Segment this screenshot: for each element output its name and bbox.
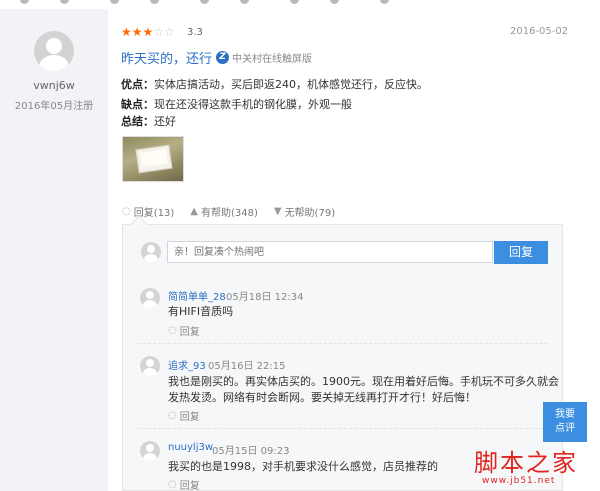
comment-reply-label: 回复 <box>179 412 200 423</box>
divider <box>138 343 548 344</box>
comment-reply-label: 回复 <box>179 327 200 338</box>
watermark-title: 脚本之家 <box>474 449 578 477</box>
write-review-button[interactable]: 我要 点评 <box>543 402 587 442</box>
watermark-logo: 脚本之家 www.jb51.net <box>470 443 600 491</box>
comment-time: 05月15日 09:23 <box>212 446 290 457</box>
star-empty-icon: ☆☆ <box>153 25 175 39</box>
review-photo-thumbnail[interactable] <box>122 136 184 182</box>
post-date: 2016-05-02 <box>510 26 569 37</box>
rating-score: 3.3 <box>187 27 203 38</box>
comment-icon: ◌ <box>168 325 177 336</box>
thumbs-down-icon: ▼ <box>273 206 282 217</box>
pros-text: 实体店搞活动，买后即返240，机体感觉还行，反应快。 <box>154 78 428 91</box>
comment-icon: ◌ <box>168 410 177 421</box>
comment-time: 05月16日 22:15 <box>208 361 286 372</box>
comment-avatar[interactable] <box>140 356 160 376</box>
thumbs-up-icon: ▲ <box>190 206 198 217</box>
cons-line: 缺点：现在还没得这款手机的钢化膜，外观一般 <box>121 96 352 112</box>
rating-stars: ★★★☆☆ <box>121 25 175 39</box>
summary-text: 还好 <box>154 115 176 128</box>
pros-line: 优点：实体店搞活动，买后即返240，机体感觉还行，反应快。 <box>121 76 428 92</box>
comment-username[interactable]: 简简单单_28 <box>168 288 226 303</box>
source-label: 中关村在线触屏版 <box>232 54 312 65</box>
summary-label: 总结： <box>121 115 154 128</box>
helpful-button[interactable]: ▲ 有帮助(348) <box>190 204 258 219</box>
comment-reply-button[interactable]: ◌ 回复 <box>168 323 200 338</box>
summary-line: 总结：还好 <box>121 113 176 129</box>
star-filled-icon: ★★★ <box>121 25 154 39</box>
write-review-line1: 我要 <box>555 409 575 420</box>
comment-avatar[interactable] <box>140 288 160 308</box>
reply-submit-button[interactable]: 回复 <box>494 241 548 264</box>
comment-username[interactable]: 追求_93 <box>168 357 206 372</box>
username[interactable]: vwnj6w <box>0 79 108 92</box>
top-strip <box>0 0 600 9</box>
review-actions: ◌ 回复(13) ▲ 有帮助(348) ▼ 无帮助(79) <box>122 204 351 219</box>
comment-reply-button[interactable]: ◌ 回复 <box>168 477 200 491</box>
user-sidebar: vwnj6w 2016年05月注册 <box>0 9 108 491</box>
write-review-line2: 点评 <box>555 423 575 434</box>
reply-input[interactable] <box>167 241 493 263</box>
register-date: 2016年05月注册 <box>14 101 94 112</box>
zol-logo-icon: Z <box>216 51 229 64</box>
avatar[interactable] <box>34 31 74 71</box>
comment-text: 有HIFI音质吗 <box>168 305 234 318</box>
unhelpful-label: 无帮助(79) <box>284 208 336 219</box>
divider <box>138 428 548 429</box>
current-user-avatar <box>141 242 161 262</box>
cons-label: 缺点： <box>121 98 154 111</box>
comment-avatar[interactable] <box>140 441 160 461</box>
comment-reply-label: 回复 <box>179 481 200 491</box>
reply-count-button[interactable]: ◌ 回复(13) <box>122 204 174 219</box>
unhelpful-button[interactable]: ▼ 无帮助(79) <box>274 204 335 219</box>
helpful-label: 有帮助(348) <box>200 208 258 219</box>
comment-time: 05月18日 12:34 <box>226 292 304 303</box>
comment-username[interactable]: nuuylj3w <box>168 442 213 453</box>
review-source: Z 中关村在线触屏版 <box>216 50 312 65</box>
comment-icon: ◌ <box>168 479 177 490</box>
comment-icon: ◌ <box>122 206 131 217</box>
comment-text: 我也是刚买的。再实体店买的。1900元。现在用着好后悔。手机玩不可多久就会发热发… <box>168 375 559 404</box>
comment-reply-button[interactable]: ◌ 回复 <box>168 408 200 423</box>
review-title[interactable]: 昨天买的，还行 <box>121 48 212 67</box>
cons-text: 现在还没得这款手机的钢化膜，外观一般 <box>154 98 352 111</box>
pros-label: 优点： <box>121 78 154 91</box>
watermark-url: www.jb51.net <box>482 476 556 486</box>
